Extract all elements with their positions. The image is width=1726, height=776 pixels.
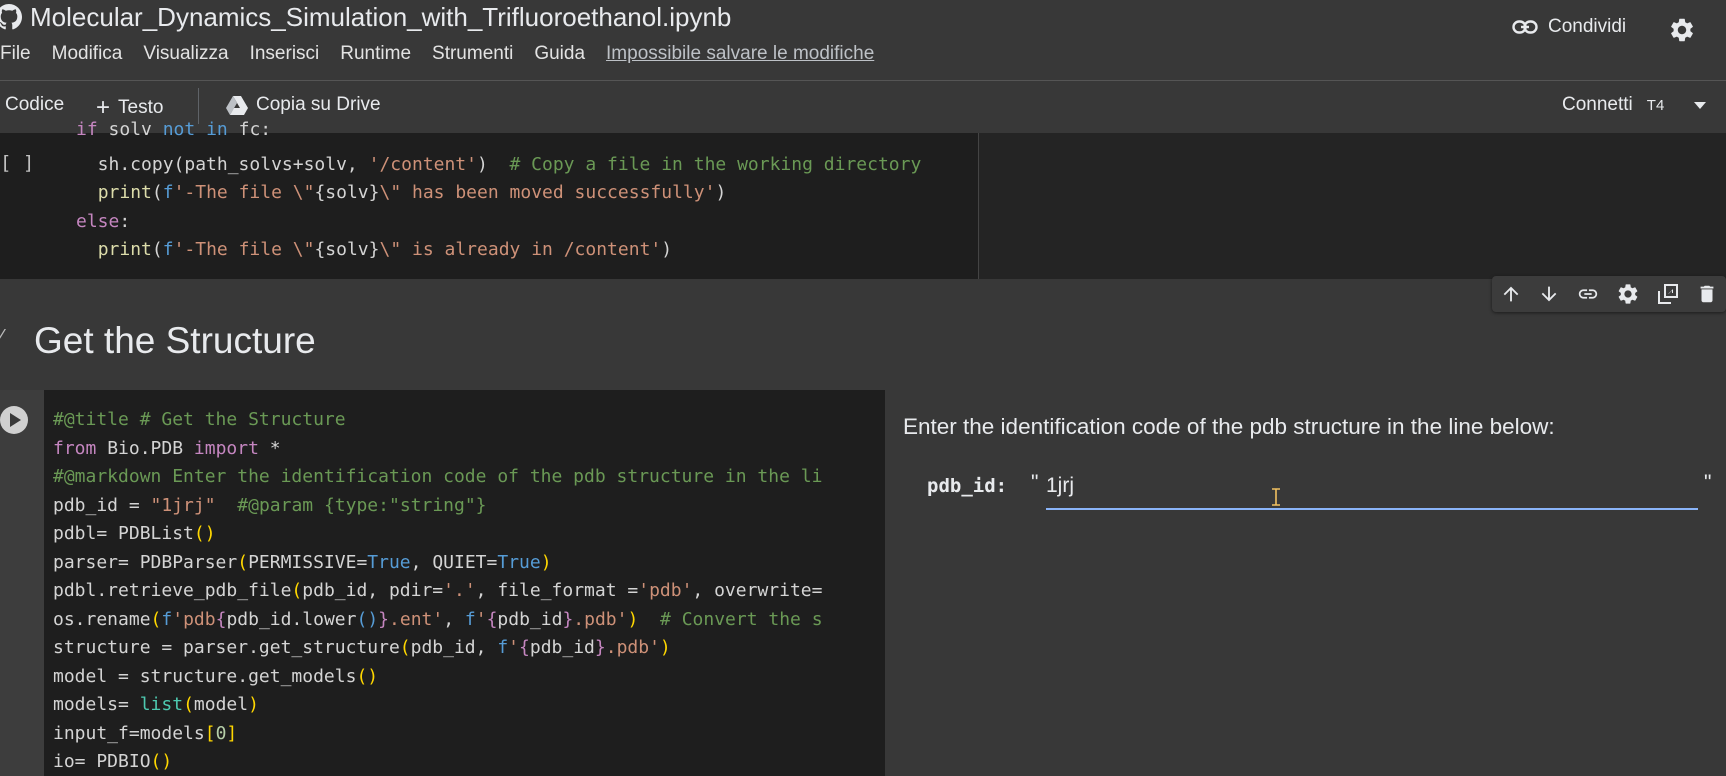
- connect-button[interactable]: Connetti T4: [1562, 94, 1664, 116]
- cell-settings-icon[interactable]: [1616, 282, 1640, 306]
- move-up-icon[interactable]: [1500, 283, 1522, 305]
- plus-icon: +: [96, 94, 111, 121]
- add-code-label: Codice: [5, 94, 65, 115]
- code-cell-top-scroll-area: [978, 133, 1726, 279]
- notebook-title[interactable]: Molecular_Dynamics_Simulation_with_Trifl…: [0, 0, 731, 34]
- copy-to-drive-label: Copia su Drive: [256, 94, 381, 115]
- pdb-id-input[interactable]: [1046, 468, 1698, 510]
- add-text-button[interactable]: + Testo: [96, 94, 163, 122]
- notebook-title-text: Molecular_Dynamics_Simulation_with_Trifl…: [30, 1, 732, 32]
- gear-icon[interactable]: [1668, 16, 1696, 44]
- github-icon: [0, 4, 22, 30]
- cell-toolbar: [1492, 276, 1726, 312]
- section-heading: Get the Structure: [34, 320, 316, 361]
- menu-visualizza[interactable]: Visualizza: [143, 43, 228, 69]
- save-warning-link[interactable]: Impossibile salvare le modifiche: [606, 43, 874, 69]
- text-cursor-icon: [1272, 488, 1280, 506]
- open-quote: ": [1031, 471, 1039, 494]
- menu-bar: File Modifica Visualizza Inserisci Runti…: [0, 43, 895, 69]
- form-panel: [885, 390, 1726, 776]
- move-down-icon[interactable]: [1538, 283, 1560, 305]
- drive-icon: [226, 95, 248, 115]
- copy-to-drive-button[interactable]: Copia su Drive: [226, 94, 381, 116]
- delete-icon[interactable]: [1696, 282, 1718, 306]
- cell-gutter: [0, 390, 44, 776]
- play-icon: [10, 413, 21, 427]
- share-label: Condividi: [1548, 16, 1627, 37]
- run-cell-button[interactable]: [0, 406, 28, 434]
- code-cell-source[interactable]: #@title # Get the Structure from Bio.PDB…: [44, 390, 885, 776]
- form-description: Enter the identification code of the pdb…: [903, 414, 1555, 439]
- add-code-button[interactable]: Codice: [5, 94, 64, 116]
- runtime-type-label: T4: [1646, 96, 1665, 114]
- chevron-down-icon[interactable]: [1694, 102, 1706, 110]
- link-icon: [1512, 20, 1538, 34]
- menu-file[interactable]: File: [0, 43, 31, 69]
- pdb-id-label: pdb_id:: [927, 475, 1008, 497]
- menu-strumenti[interactable]: Strumenti: [432, 43, 513, 69]
- collapse-section-icon[interactable]: ⁄: [0, 326, 3, 349]
- menu-runtime[interactable]: Runtime: [340, 43, 411, 69]
- menu-inserisci[interactable]: Inserisci: [250, 43, 320, 69]
- menu-guida[interactable]: Guida: [534, 43, 585, 69]
- mirror-cell-icon[interactable]: [1656, 282, 1680, 306]
- link-icon[interactable]: [1576, 283, 1600, 305]
- code-cell-top-source[interactable]: if solv not in fc: sh.copy(path_solvs+so…: [76, 119, 921, 265]
- menu-modifica[interactable]: Modifica: [52, 43, 123, 69]
- connect-label: Connetti: [1562, 94, 1633, 115]
- add-text-label: Testo: [118, 97, 164, 118]
- close-quote: ": [1704, 471, 1712, 494]
- cell-execution-count: [ ]: [0, 152, 35, 174]
- share-button[interactable]: Condividi: [1512, 16, 1626, 38]
